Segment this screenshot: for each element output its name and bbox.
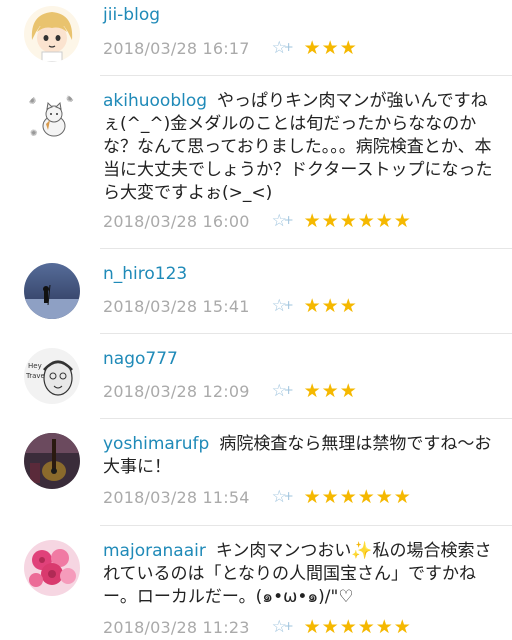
anime-girl-avatar-icon <box>24 6 80 62</box>
comment-meta: 2018/03/28 15:41 ☆ + ★★★ <box>103 295 358 317</box>
svg-text:Hey: Hey <box>28 362 42 370</box>
divider <box>100 248 512 249</box>
username-link[interactable]: yoshimarufp <box>103 434 209 454</box>
night-silhouette-avatar-icon <box>24 263 80 319</box>
comment-meta: 2018/03/28 16:00 ☆ + ★★★★★★ <box>103 210 412 232</box>
avatar[interactable] <box>24 433 80 489</box>
username-link[interactable]: n_hiro123 <box>103 264 187 284</box>
add-star-icon[interactable]: ☆ + <box>272 211 294 231</box>
guitar-avatar-icon <box>24 433 80 489</box>
comment-date: 2018/03/28 11:23 <box>103 617 250 637</box>
svg-text:✺: ✺ <box>66 94 74 105</box>
add-star-icon[interactable]: ☆ + <box>272 487 294 507</box>
username-link[interactable]: jii-blog <box>103 5 160 25</box>
add-star-icon[interactable]: ☆ + <box>272 38 294 58</box>
avatar[interactable] <box>24 263 80 319</box>
username-link[interactable]: majoranaair <box>103 541 206 561</box>
comment-body: majoranaair キン肉マンつおい✨私の場合検索されているのは「となりの人間… <box>103 540 493 609</box>
star-rating[interactable]: ★★★★★★ <box>304 486 412 508</box>
avatar[interactable] <box>24 540 80 596</box>
comment-meta: 2018/03/28 12:09 ☆ + ★★★ <box>103 380 358 402</box>
comment-date: 2018/03/28 16:17 <box>103 38 250 58</box>
avatar[interactable]: Hey Trave <box>24 348 80 404</box>
star-rating[interactable]: ★★★ <box>304 295 358 317</box>
comment-date: 2018/03/28 11:54 <box>103 487 250 507</box>
sparkle-icon: ✨ <box>351 541 373 561</box>
caricature-avatar-icon: Hey Trave <box>24 348 80 404</box>
comment-text: キン肉マンつおい <box>215 541 352 561</box>
comment-body: yoshimarufp 病院検査なら無理は禁物ですね～お大事に！ <box>103 433 493 479</box>
star-rating[interactable]: ★★★★★★ <box>304 616 412 638</box>
comment-date: 2018/03/28 16:00 <box>103 211 250 231</box>
comment-date: 2018/03/28 12:09 <box>103 381 250 401</box>
comment-meta: 2018/03/28 11:23 ☆ + ★★★★★★ <box>103 616 412 638</box>
username-link[interactable]: akihuooblog <box>103 91 207 111</box>
svg-text:Trave: Trave <box>25 372 45 380</box>
add-star-icon[interactable]: ☆ + <box>272 296 294 316</box>
avatar[interactable]: ✺ ✺ ✺ <box>24 90 80 146</box>
star-rating[interactable]: ★★★ <box>304 37 358 59</box>
divider <box>100 525 512 526</box>
star-rating[interactable]: ★★★ <box>304 380 358 402</box>
username-link[interactable]: nago777 <box>103 349 178 369</box>
comment-date: 2018/03/28 15:41 <box>103 296 250 316</box>
comment-body: nago777 <box>103 348 493 371</box>
roses-avatar-icon <box>24 540 80 596</box>
avatar[interactable] <box>24 6 80 62</box>
comment-body: akihuooblog やっぱりキン肉マンが強いんですねぇ(^_^)金メダルのこと… <box>103 90 493 205</box>
comment-body: n_hiro123 <box>103 263 493 286</box>
divider <box>100 75 512 76</box>
svg-text:✺: ✺ <box>30 129 38 139</box>
comment-body: jii-blog <box>103 4 493 27</box>
comment-meta: 2018/03/28 11:54 ☆ + ★★★★★★ <box>103 486 412 508</box>
add-star-icon[interactable]: ☆ + <box>272 617 294 637</box>
add-star-icon[interactable]: ☆ + <box>272 381 294 401</box>
divider <box>100 418 512 419</box>
star-rating[interactable]: ★★★★★★ <box>304 210 412 232</box>
divider <box>100 333 512 334</box>
svg-text:✺: ✺ <box>28 96 36 107</box>
cat-doodle-avatar-icon: ✺ ✺ ✺ <box>24 90 80 146</box>
comment-meta: 2018/03/28 16:17 ☆ + ★★★ <box>103 37 358 59</box>
